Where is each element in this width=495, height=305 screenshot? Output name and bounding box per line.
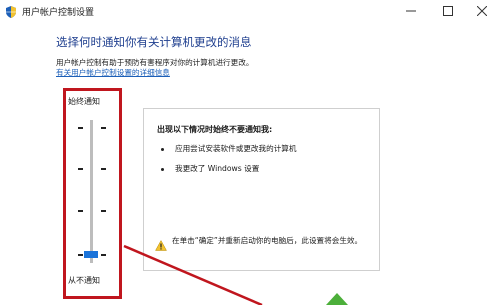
window-title: 用户帐户控制设置 xyxy=(22,8,95,18)
uac-shield-icon xyxy=(4,4,18,18)
minimize-button[interactable] xyxy=(395,0,427,22)
page-heading: 选择何时通知你有关计算机更改的消息 xyxy=(56,35,252,49)
panel-list-item: 应用尝试安装软件或更改我的计算机 xyxy=(175,144,297,153)
title-bar: 用户帐户控制设置 xyxy=(0,0,495,26)
green-arrow-icon xyxy=(326,293,348,305)
maximize-button[interactable] xyxy=(432,0,464,22)
warning-icon xyxy=(155,236,167,251)
uac-details-link[interactable]: 有关用户帐户控制设置的详细信息 xyxy=(56,67,170,78)
uac-settings-window: 用户帐户控制设置 选择何时通知你有关计算机更改的消息 用户帐户控制有助于预防有害… xyxy=(0,0,495,305)
bullet-icon xyxy=(161,148,164,151)
panel-list-item: 我更改了 Windows 设置 xyxy=(175,164,260,173)
minimize-icon xyxy=(406,10,416,12)
restart-warning-text: 在单击“确定”并重新启动你的电脑后，此设置将会生效。 xyxy=(172,236,363,245)
panel-title: 出现以下情况时始终不要通知我: xyxy=(157,125,273,134)
maximize-icon xyxy=(443,6,453,16)
close-icon xyxy=(477,6,487,16)
close-button[interactable] xyxy=(466,0,495,22)
bullet-icon xyxy=(161,168,164,171)
annotation-highlight-box xyxy=(63,88,122,299)
